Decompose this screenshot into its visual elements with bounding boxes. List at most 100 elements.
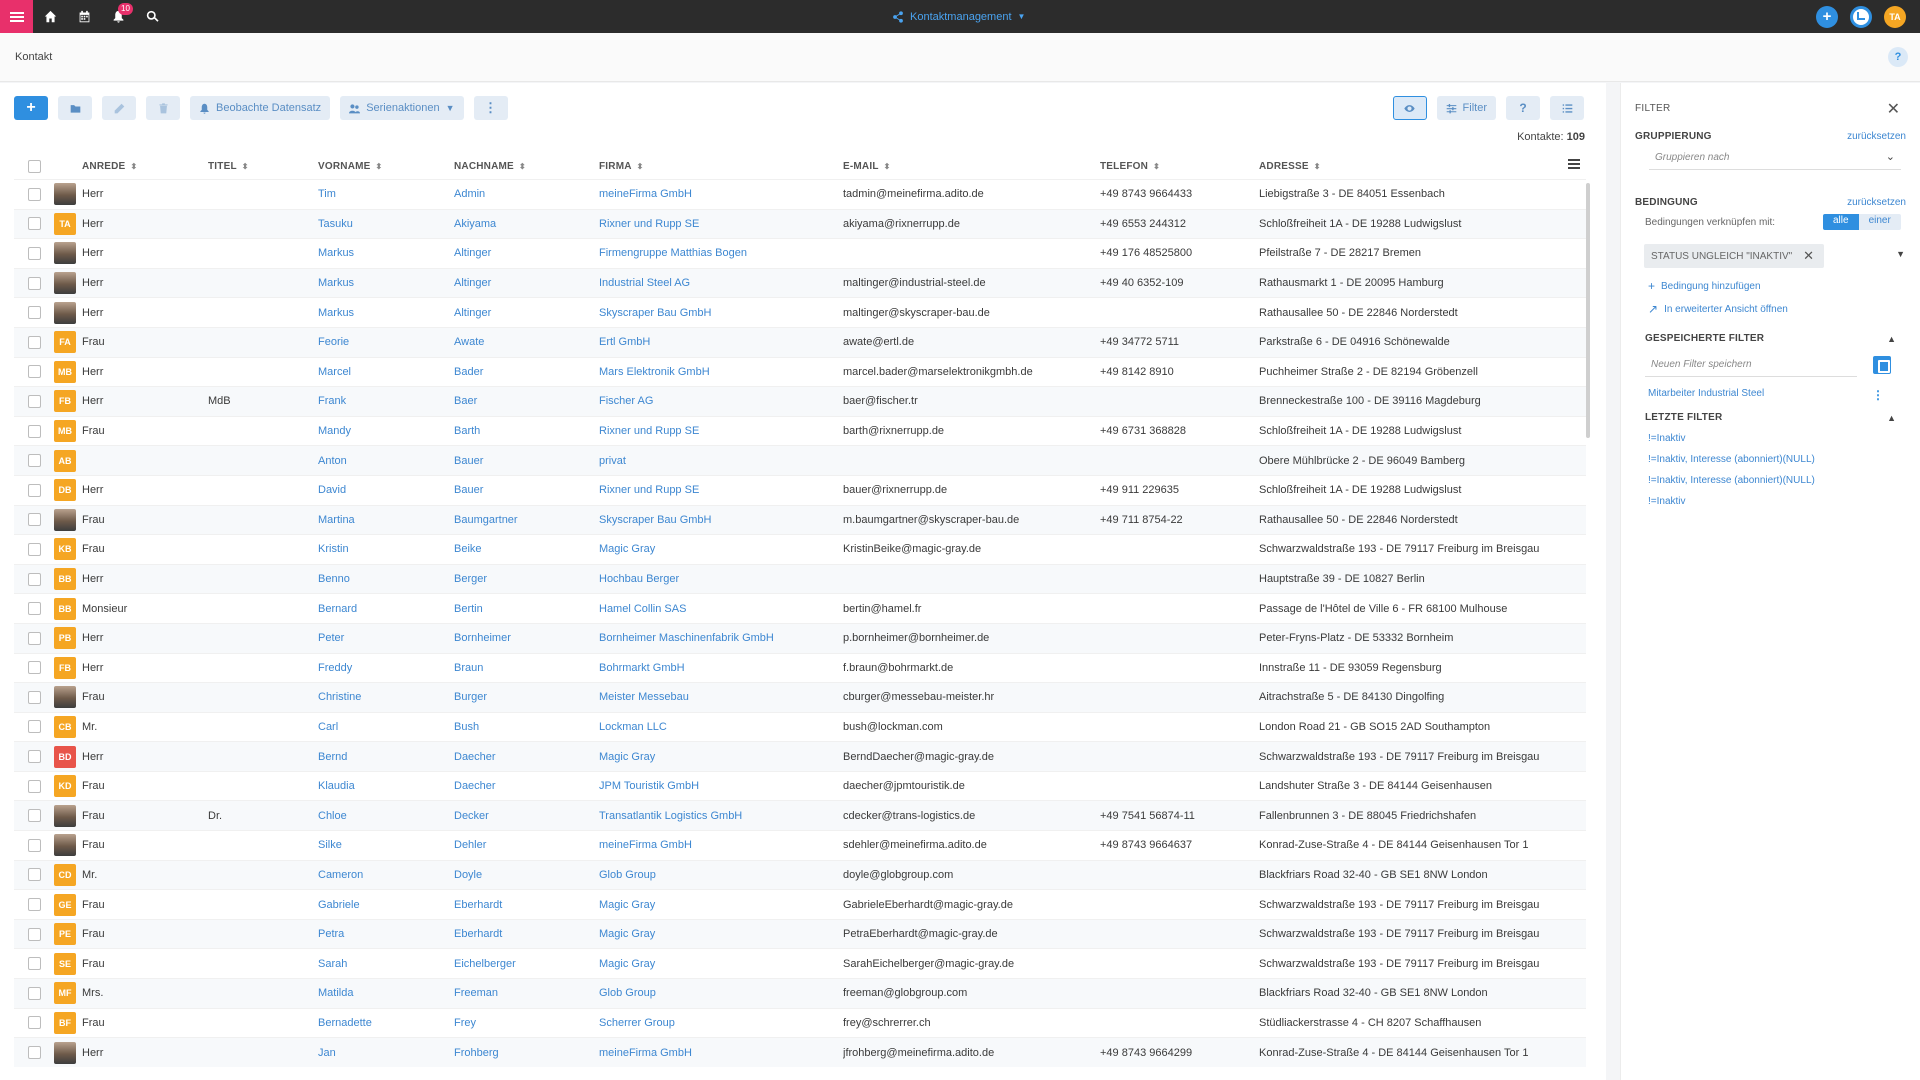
cell-vorname[interactable]: Markus bbox=[318, 247, 454, 259]
column-header-telefon[interactable]: TELEFON ⬍ bbox=[1100, 161, 1259, 172]
calendar-button[interactable] bbox=[67, 0, 101, 33]
cell-vorname[interactable]: Carl bbox=[318, 721, 454, 733]
row-checkbox[interactable] bbox=[27, 217, 41, 231]
cell-nachname[interactable]: Bertin bbox=[454, 603, 599, 615]
caret-up-icon[interactable]: ▲ bbox=[1887, 334, 1896, 344]
cell-firma[interactable]: Magic Gray bbox=[599, 751, 843, 763]
table-row[interactable]: MF Mrs. Matilda Freeman Glob Group freeman@gl… bbox=[14, 978, 1586, 1008]
grouping-reset-link[interactable]: zurücksetzen bbox=[1847, 131, 1906, 142]
cell-firma[interactable]: meineFirma GmbH bbox=[599, 188, 843, 200]
cell-firma[interactable]: Rixner und Rupp SE bbox=[599, 218, 843, 230]
cell-vorname[interactable]: Martina bbox=[318, 514, 454, 526]
cell-nachname[interactable]: Altinger bbox=[454, 277, 599, 289]
table-row[interactable]: GE Frau Gabriele Eberhardt Magic Gray Gabriel… bbox=[14, 889, 1586, 919]
column-header-firma[interactable]: FIRMA ⬍ bbox=[599, 161, 843, 172]
row-checkbox[interactable] bbox=[27, 661, 41, 675]
cell-firma[interactable]: Magic Gray bbox=[599, 543, 843, 555]
recent-filter-item[interactable]: !=Inaktiv bbox=[1648, 496, 1686, 507]
cell-firma[interactable]: Magic Gray bbox=[599, 928, 843, 940]
cell-firma[interactable]: Glob Group bbox=[599, 869, 843, 881]
cell-nachname[interactable]: Beike bbox=[454, 543, 599, 555]
cell-firma[interactable]: Hochbau Berger bbox=[599, 573, 843, 585]
condition-reset-link[interactable]: zurücksetzen bbox=[1847, 197, 1906, 208]
cell-vorname[interactable]: Markus bbox=[318, 307, 454, 319]
history-button[interactable] bbox=[1850, 5, 1872, 28]
cell-vorname[interactable]: Bernd bbox=[318, 751, 454, 763]
cell-vorname[interactable]: Matilda bbox=[318, 987, 454, 999]
kebab-icon[interactable]: ⋮ bbox=[1872, 388, 1884, 402]
cell-firma[interactable]: Skyscraper Bau GmbH bbox=[599, 514, 843, 526]
cell-vorname[interactable]: Klaudia bbox=[318, 780, 454, 792]
cell-vorname[interactable]: Frank bbox=[318, 395, 454, 407]
cell-vorname[interactable]: Jan bbox=[318, 1047, 454, 1059]
row-checkbox[interactable] bbox=[27, 690, 41, 704]
cell-firma[interactable]: privat bbox=[599, 455, 843, 467]
table-row[interactable]: AB Anton Bauer privat Obere Mühlbrücke 2 - D… bbox=[14, 445, 1586, 475]
cell-firma[interactable]: Magic Gray bbox=[599, 958, 843, 970]
cell-firma[interactable]: Magic Gray bbox=[599, 899, 843, 911]
cell-vorname[interactable]: Benno bbox=[318, 573, 454, 585]
remove-condition-icon[interactable]: ✕ bbox=[1803, 248, 1814, 264]
table-row[interactable]: BB Herr Benno Berger Hochbau Berger Hauptstra… bbox=[14, 563, 1586, 594]
cell-firma[interactable]: meineFirma GmbH bbox=[599, 839, 843, 851]
cell-nachname[interactable]: Bauer bbox=[454, 455, 599, 467]
row-checkbox[interactable] bbox=[27, 454, 41, 468]
table-row[interactable]: BF Frau Bernadette Frey Scherrer Group frey@s… bbox=[14, 1007, 1586, 1038]
combine-all-option[interactable]: alle bbox=[1823, 214, 1859, 230]
cell-nachname[interactable]: Barth bbox=[454, 425, 599, 437]
cell-nachname[interactable]: Bauer bbox=[454, 484, 599, 496]
cell-vorname[interactable]: Tasuku bbox=[318, 218, 454, 230]
row-checkbox[interactable] bbox=[27, 1046, 41, 1060]
edit-button[interactable] bbox=[102, 96, 136, 120]
quick-add-button[interactable]: + bbox=[1816, 5, 1838, 28]
cell-firma[interactable]: Scherrer Group bbox=[599, 1017, 843, 1029]
row-checkbox[interactable] bbox=[27, 246, 41, 260]
cell-vorname[interactable]: Bernard bbox=[318, 603, 454, 615]
cell-firma[interactable]: Ertl GmbH bbox=[599, 336, 843, 348]
table-row[interactable]: FB Herr Freddy Braun Bohrmarkt GmbH f.braun@b… bbox=[14, 652, 1586, 683]
cell-vorname[interactable]: Christine bbox=[318, 691, 454, 703]
cell-vorname[interactable]: Mandy bbox=[318, 425, 454, 437]
cell-nachname[interactable]: Eberhardt bbox=[454, 899, 599, 911]
cell-nachname[interactable]: Daecher bbox=[454, 780, 599, 792]
table-row[interactable]: PB Herr Peter Bornheimer Bornheimer Maschine… bbox=[14, 622, 1586, 653]
table-row[interactable]: FA Frau Feorie Awate Ertl GmbH awate@ertl.de +… bbox=[14, 326, 1586, 357]
hamburger-menu-button[interactable] bbox=[0, 0, 33, 33]
select-all-checkbox[interactable] bbox=[27, 159, 41, 173]
table-row[interactable]: Frau Dr. Chloe Decker Transatlantik Logistic… bbox=[14, 800, 1586, 831]
cell-vorname[interactable]: Freddy bbox=[318, 662, 454, 674]
recent-filter-item[interactable]: !=Inaktiv, Interesse (abonniert)(NULL) bbox=[1648, 475, 1815, 486]
row-checkbox[interactable] bbox=[27, 306, 41, 320]
cell-nachname[interactable]: Bush bbox=[454, 721, 599, 733]
table-row[interactable]: BD Herr Bernd Daecher Magic Gray BerndDaecher… bbox=[14, 741, 1586, 771]
saved-filter-item[interactable]: Mitarbeiter Industrial Steel bbox=[1648, 388, 1764, 399]
combine-one-option[interactable]: einer bbox=[1858, 214, 1901, 230]
cell-nachname[interactable]: Freeman bbox=[454, 987, 599, 999]
cell-firma[interactable]: Industrial Steel AG bbox=[599, 277, 843, 289]
cell-nachname[interactable]: Altinger bbox=[454, 247, 599, 259]
cell-nachname[interactable]: Frohberg bbox=[454, 1047, 599, 1059]
cell-firma[interactable]: Glob Group bbox=[599, 987, 843, 999]
page-help-button[interactable]: ? bbox=[1888, 47, 1908, 67]
table-row[interactable]: SE Frau Sarah Eichelberger Magic Gray SarahEi… bbox=[14, 948, 1586, 978]
cell-nachname[interactable]: Doyle bbox=[454, 869, 599, 881]
save-filter-button[interactable] bbox=[1873, 356, 1891, 374]
search-button[interactable] bbox=[135, 0, 169, 33]
column-header-email[interactable]: E-MAIL ⬍ bbox=[843, 161, 1100, 172]
cell-nachname[interactable]: Burger bbox=[454, 691, 599, 703]
row-checkbox[interactable] bbox=[27, 542, 41, 556]
cell-firma[interactable]: Bornheimer Maschinenfabrik GmbH bbox=[599, 632, 843, 644]
row-checkbox[interactable] bbox=[27, 927, 41, 941]
table-row[interactable]: CD Mr. Cameron Doyle Glob Group doyle@globgro… bbox=[14, 859, 1586, 890]
cell-firma[interactable]: Lockman LLC bbox=[599, 721, 843, 733]
row-checkbox[interactable] bbox=[27, 483, 41, 497]
row-checkbox[interactable] bbox=[27, 957, 41, 971]
caret-down-icon[interactable]: ▼ bbox=[1896, 249, 1905, 259]
delete-button[interactable] bbox=[146, 96, 180, 120]
cell-vorname[interactable]: Petra bbox=[318, 928, 454, 940]
cell-vorname[interactable]: Silke bbox=[318, 839, 454, 851]
cell-firma[interactable]: meineFirma GmbH bbox=[599, 1047, 843, 1059]
table-row[interactable]: BB Monsieur Bernard Bertin Hamel Collin SAS b… bbox=[14, 593, 1586, 623]
table-row[interactable]: Herr Markus Altinger Industrial Steel AG mal… bbox=[14, 267, 1586, 298]
column-header-adresse[interactable]: ADRESSE ⬍ bbox=[1259, 161, 1586, 172]
